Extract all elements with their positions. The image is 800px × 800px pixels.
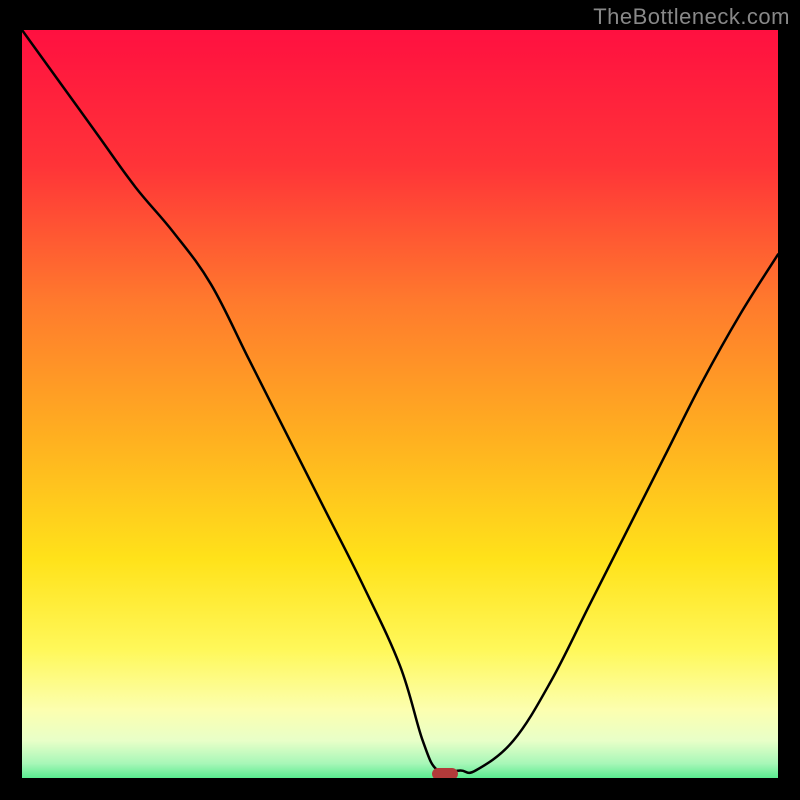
bottleneck-curve [22,30,778,778]
plot-area [22,30,778,778]
optimal-point-marker [432,768,458,778]
curve-path [22,30,778,773]
watermark-text: TheBottleneck.com [593,4,790,30]
chart-frame: TheBottleneck.com [0,0,800,800]
